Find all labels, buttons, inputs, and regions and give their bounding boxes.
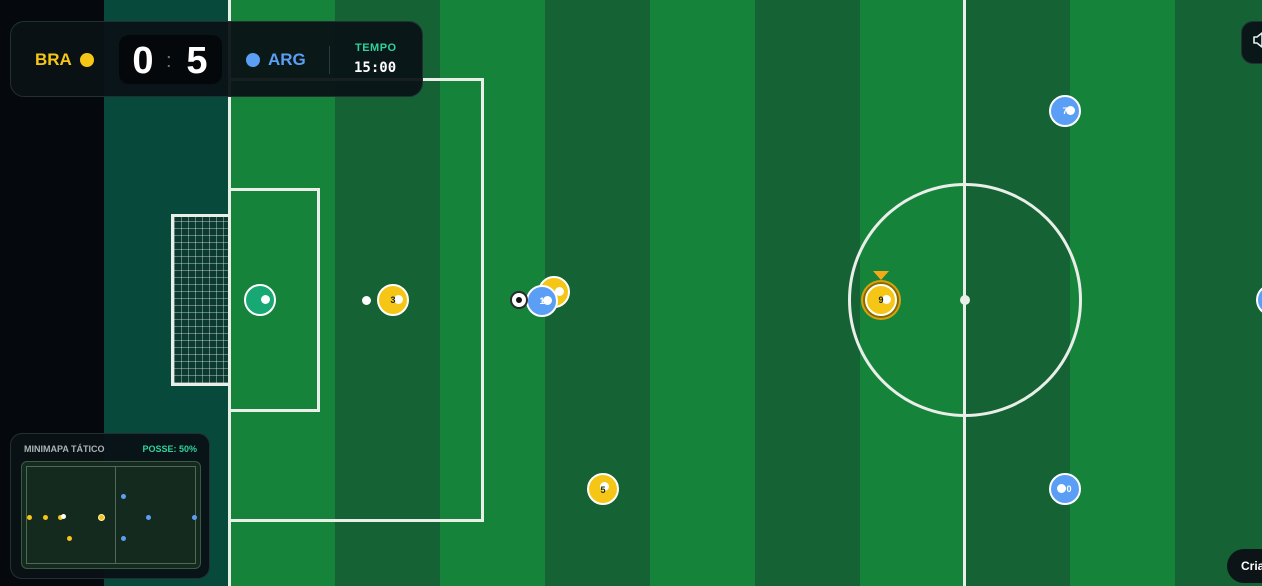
grass-stripe <box>755 0 860 586</box>
player-home[interactable]: 5 <box>587 473 619 505</box>
player-number: 3 <box>390 295 396 305</box>
minimap-home-dot <box>43 515 48 520</box>
player-number: 5 <box>600 485 606 495</box>
minimap-field <box>21 461 201 569</box>
minimap-halfway-line <box>115 467 116 563</box>
player-away[interactable]: 0 <box>1049 473 1081 505</box>
minimap-selected-dot <box>98 514 105 521</box>
home-team-color-dot <box>80 53 94 67</box>
minimap-away-dot <box>121 494 126 499</box>
player-away[interactable]: 1 <box>526 285 558 317</box>
away-team-name: ARG <box>268 50 306 69</box>
match-timer: 15:00 <box>354 60 397 76</box>
sound-toggle-button[interactable] <box>1241 21 1262 64</box>
tactical-minimap: MINIMAPA TÁTICO POSSE: 50% <box>10 433 210 579</box>
player-number: 0 <box>1066 484 1072 494</box>
minimap-home-dot <box>67 536 72 541</box>
possession-indicator: POSSE: 50% <box>142 444 197 454</box>
score-separator: : <box>166 50 172 72</box>
minimap-title: MINIMAPA TÁTICO <box>24 444 105 454</box>
time-label: TEMPO <box>355 42 397 54</box>
grass-stripe <box>1175 0 1262 586</box>
player-away[interactable]: 7 <box>1049 95 1081 127</box>
player-shine <box>261 295 270 304</box>
minimap-ball-dot <box>61 514 66 519</box>
scoreboard: BRA 0 : 5 ARG TEMPO 15:00 <box>10 21 423 97</box>
create-button[interactable]: Cria <box>1227 549 1262 583</box>
home-team-name: BRA <box>35 50 72 69</box>
player-home-selected[interactable]: 9 <box>865 284 897 316</box>
goal-net <box>171 214 231 386</box>
center-spot <box>960 295 970 305</box>
minimap-away-dot <box>146 515 151 520</box>
player-home[interactable]: 3 <box>377 284 409 316</box>
penalty-spot <box>362 296 371 305</box>
grass-stripe <box>1070 0 1175 586</box>
player-goalkeeper[interactable] <box>244 284 276 316</box>
speaker-icon <box>1253 32 1262 53</box>
minimap-away-dot <box>121 536 126 541</box>
away-team-color-dot <box>246 53 260 67</box>
player-number: 7 <box>1062 106 1068 116</box>
soccer-ball <box>510 291 528 309</box>
home-score: 0 <box>132 40 154 82</box>
score-display: 0 : 5 <box>119 35 222 84</box>
grass-stripe <box>650 0 755 586</box>
selected-player-marker-icon <box>873 271 889 280</box>
minimap-pitch <box>26 466 197 564</box>
away-score: 5 <box>186 40 208 82</box>
scoreboard-divider <box>329 46 330 74</box>
player-number: 9 <box>878 295 884 305</box>
player-number: 1 <box>539 296 545 306</box>
minimap-away-dot <box>192 515 197 520</box>
minimap-home-dot <box>27 515 32 520</box>
player-shine <box>1057 484 1066 493</box>
